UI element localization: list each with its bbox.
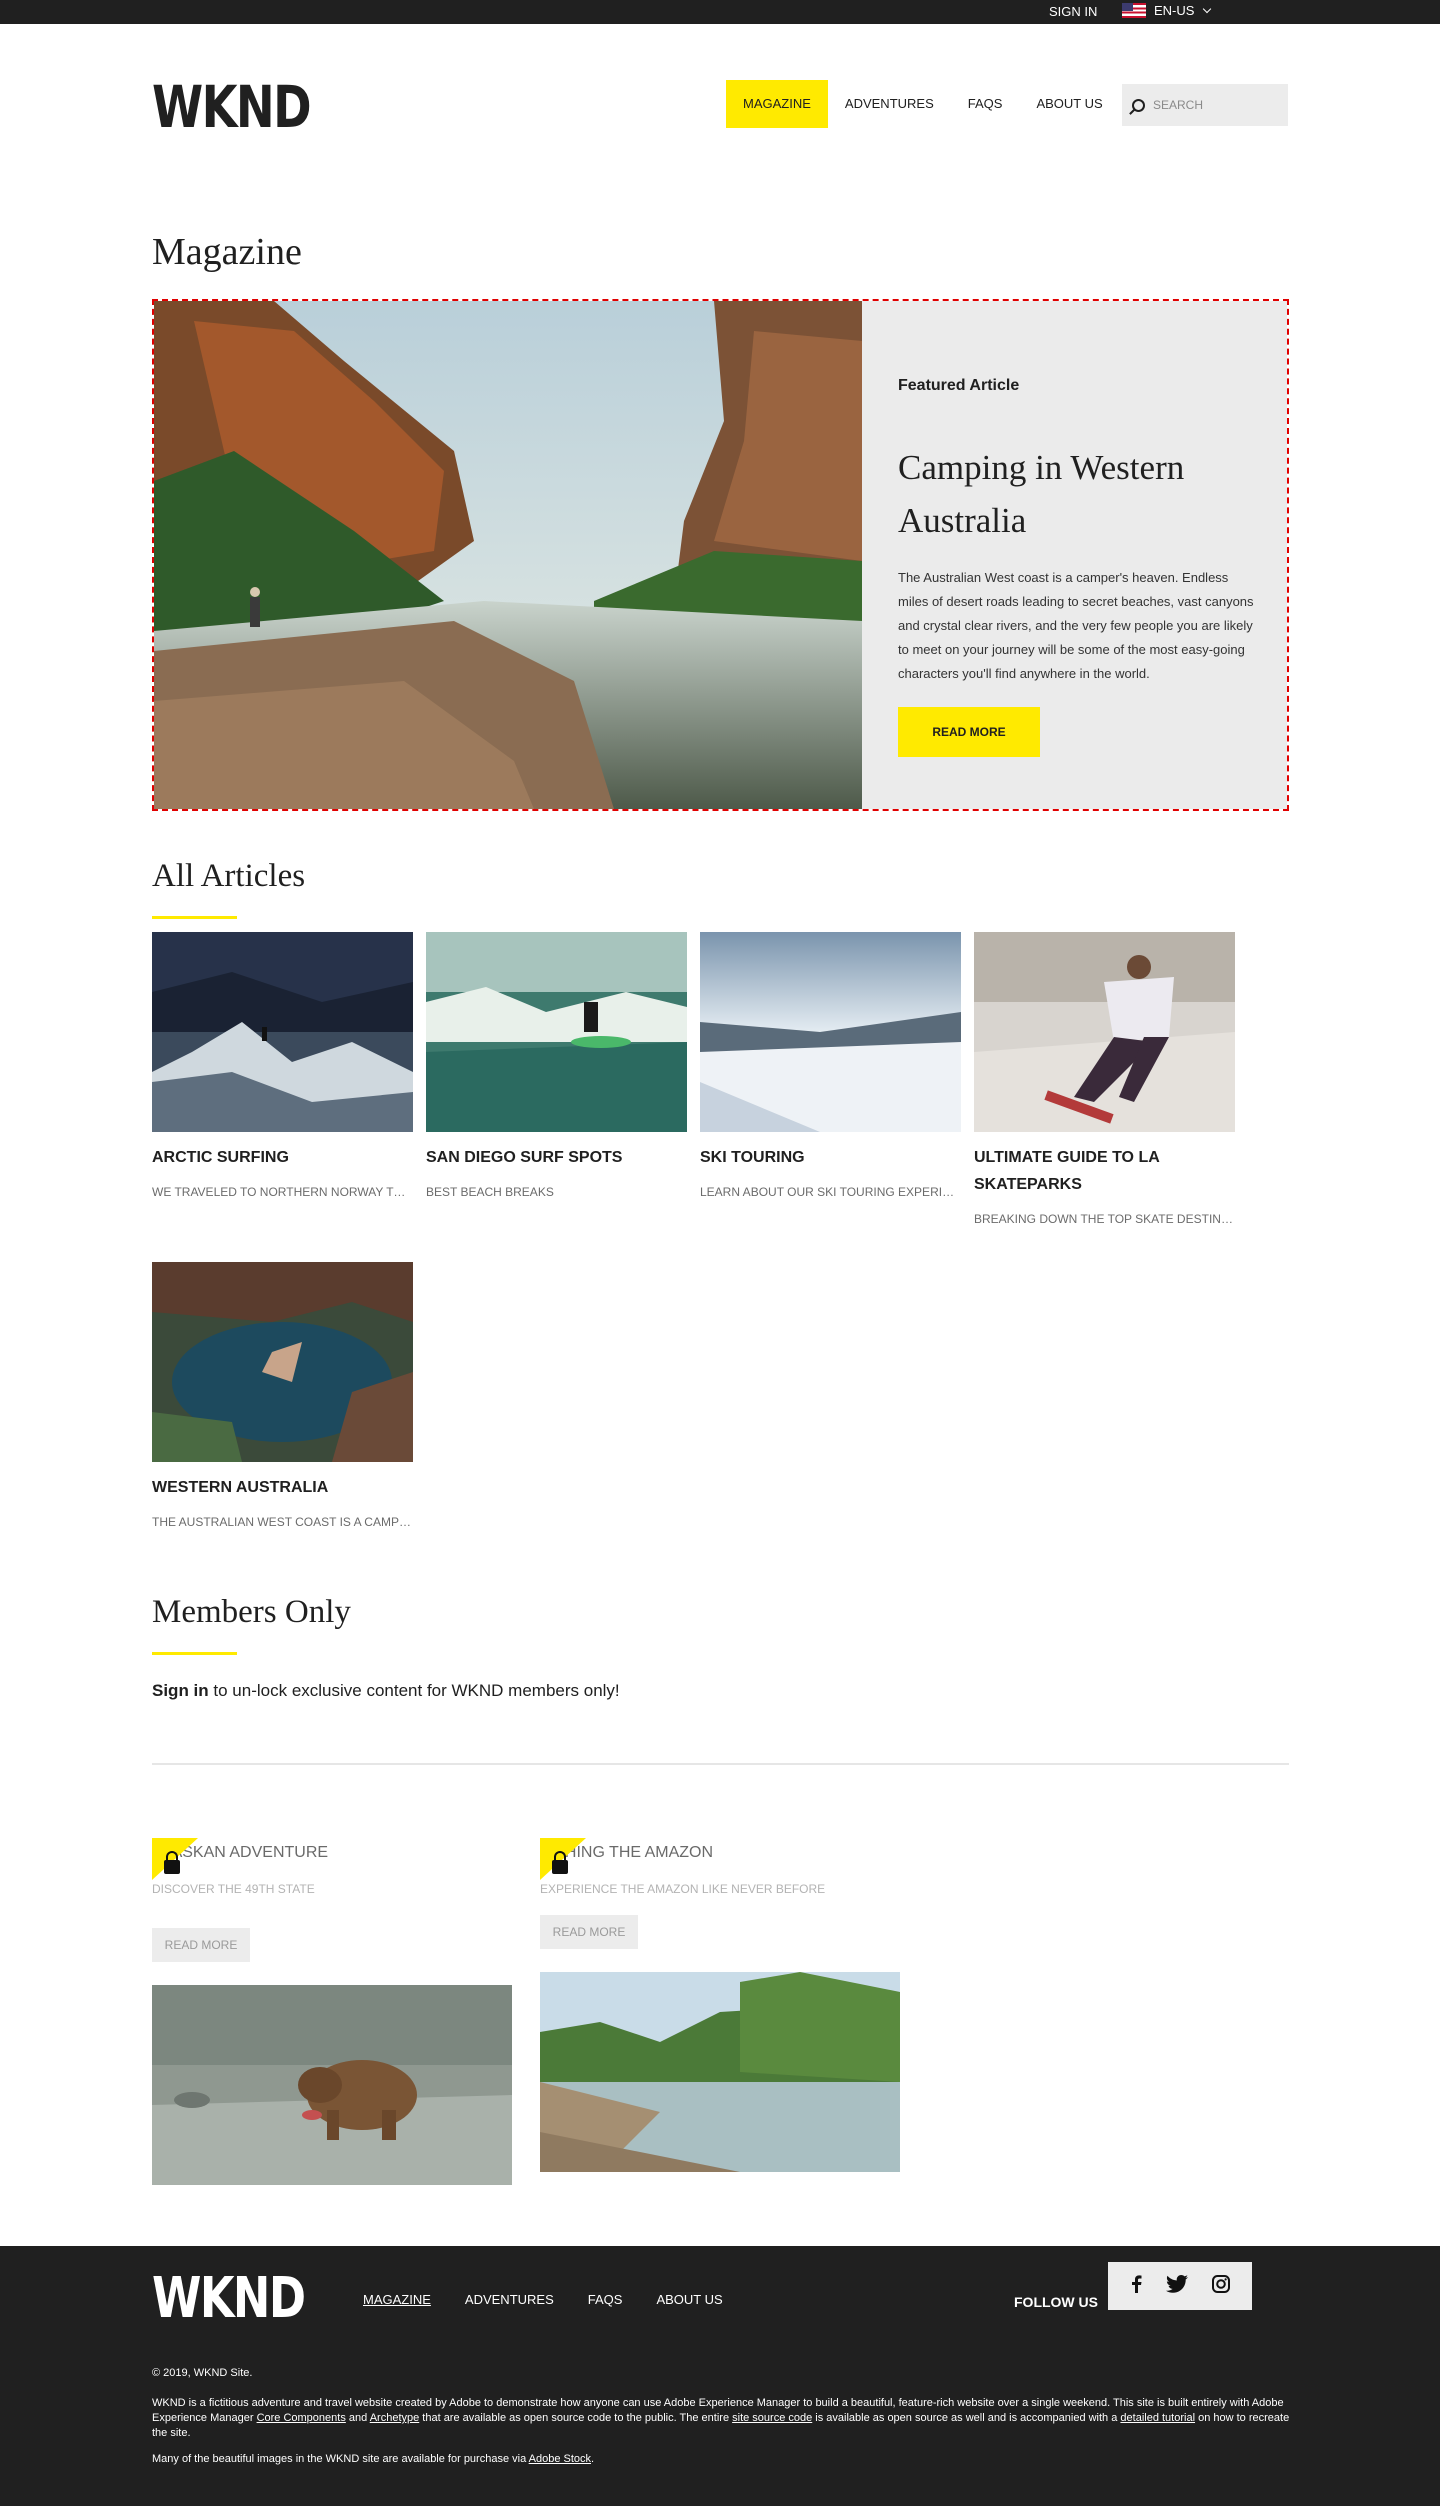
footer-stock-note: Many of the beautiful images in the WKND… bbox=[152, 2453, 594, 2465]
article-description: LEARN ABOUT OUR SKI TOURING EXPERIENCE bbox=[700, 1185, 961, 1199]
nav-faqs[interactable]: FAQS bbox=[951, 80, 1020, 128]
copyright: © 2019, WKND Site. bbox=[152, 2367, 253, 2379]
legal-text: that are available as open source code t… bbox=[419, 2412, 733, 2424]
locked-article-card[interactable]: Alaskan Adventure DISCOVER THE 49TH STAT… bbox=[152, 1838, 512, 2185]
us-flag-icon bbox=[1122, 3, 1146, 18]
nav-adventures[interactable]: ADVENTURES bbox=[828, 80, 951, 128]
article-card[interactable]: Ski Touring LEARN ABOUT OUR SKI TOURING … bbox=[700, 932, 961, 1199]
article-card[interactable]: San Diego Surf Spots BEST BEACH BREAKS bbox=[426, 932, 687, 1199]
instagram-icon[interactable] bbox=[1212, 2274, 1230, 2298]
featured-article: Featured Article Camping in Western Aust… bbox=[152, 299, 1289, 811]
members-message-text: to un-lock exclusive content for WKND me… bbox=[208, 1681, 620, 1700]
stock-text-end: . bbox=[591, 2453, 595, 2465]
sign-in-link[interactable]: SIGN IN bbox=[1049, 4, 1097, 19]
footer-nav: MAGAZINE ADVENTURES FAQS ABOUT US bbox=[346, 2292, 740, 2307]
article-card[interactable]: Ultimate Guide to LA Skateparks BREAKING… bbox=[974, 932, 1235, 1226]
nav-magazine[interactable]: MAGAZINE bbox=[726, 80, 828, 128]
search-box bbox=[1122, 84, 1288, 126]
article-title[interactable]: Western Australia bbox=[152, 1474, 413, 1501]
archetype-link[interactable]: Archetype bbox=[370, 2412, 420, 2424]
main-nav: MAGAZINE ADVENTURES FAQS ABOUT US bbox=[726, 80, 1120, 128]
footer-nav-faqs[interactable]: FAQS bbox=[571, 2292, 640, 2307]
heading-underline bbox=[152, 1652, 237, 1655]
locked-article-image-bear[interactable] bbox=[152, 1985, 512, 2185]
article-card[interactable]: Arctic Surfing WE TRAVELED TO NORTHERN N… bbox=[152, 932, 413, 1199]
featured-image bbox=[154, 301, 862, 809]
article-title[interactable]: Ultimate Guide to LA Skateparks bbox=[974, 1144, 1235, 1198]
lock-icon bbox=[152, 1838, 198, 1880]
chevron-down-icon bbox=[1203, 4, 1212, 13]
section-divider bbox=[152, 1763, 1289, 1765]
locked-article-description: DISCOVER THE 49TH STATE bbox=[152, 1882, 315, 1896]
follow-us-label: FOLLOW US bbox=[1014, 2294, 1098, 2310]
footer-legal: WKND is a fictitious adventure and trave… bbox=[152, 2396, 1292, 2441]
core-components-link[interactable]: Core Components bbox=[257, 2412, 346, 2424]
read-more-button[interactable]: READ MORE bbox=[898, 707, 1040, 757]
site-logo[interactable]: WKND bbox=[152, 78, 312, 136]
article-description: BEST BEACH BREAKS bbox=[426, 1185, 554, 1199]
twitter-icon[interactable] bbox=[1166, 2274, 1188, 2298]
search-input[interactable] bbox=[1153, 98, 1273, 112]
utility-bar: SIGN IN EN-US bbox=[0, 0, 1440, 24]
stock-text: Many of the beautiful images in the WKND… bbox=[152, 2453, 529, 2465]
locked-article-card[interactable]: Fishing the Amazon EXPERIENCE THE AMAZON… bbox=[540, 1838, 900, 2172]
footer-nav-adventures[interactable]: ADVENTURES bbox=[448, 2292, 571, 2307]
footer-nav-about-us[interactable]: ABOUT US bbox=[639, 2292, 739, 2307]
legal-text: and bbox=[345, 2412, 370, 2424]
article-description: BREAKING DOWN THE TOP SKATE DESTINATIONS bbox=[974, 1212, 1235, 1226]
article-image-san-diego[interactable] bbox=[426, 932, 687, 1132]
language-label: EN-US bbox=[1154, 3, 1195, 18]
facebook-icon[interactable] bbox=[1130, 2274, 1142, 2298]
members-only-heading: Members Only bbox=[152, 1594, 351, 1630]
source-code-link[interactable]: site source code bbox=[732, 2412, 812, 2424]
article-title[interactable]: Ski Touring bbox=[700, 1144, 961, 1171]
sign-in-link[interactable]: Sign in bbox=[152, 1681, 209, 1700]
nav-about-us[interactable]: ABOUT US bbox=[1019, 80, 1119, 128]
article-image-ski-touring[interactable] bbox=[700, 932, 961, 1132]
featured-kicker: Featured Article bbox=[898, 377, 1020, 394]
lock-icon bbox=[540, 1838, 586, 1880]
article-description: WE TRAVELED TO NORTHERN NORWAY TO SURF T… bbox=[152, 1185, 413, 1199]
language-selector[interactable]: EN-US bbox=[1122, 3, 1212, 18]
social-links bbox=[1108, 2262, 1252, 2310]
adobe-stock-link[interactable]: Adobe Stock bbox=[529, 2453, 591, 2465]
article-image-arctic-surfing[interactable] bbox=[152, 932, 413, 1132]
read-more-button[interactable]: READ MORE bbox=[540, 1915, 638, 1949]
site-footer: WKND MAGAZINE ADVENTURES FAQS ABOUT US F… bbox=[0, 2246, 1440, 2506]
article-card[interactable]: Western Australia THE AUSTRALIAN WEST CO… bbox=[152, 1262, 413, 1529]
heading-underline bbox=[152, 916, 237, 919]
footer-nav-magazine[interactable]: MAGAZINE bbox=[346, 2292, 448, 2307]
legal-text: is available as open source as well and … bbox=[812, 2412, 1121, 2424]
read-more-button[interactable]: READ MORE bbox=[152, 1928, 250, 1962]
article-image-western-australia[interactable] bbox=[152, 1262, 413, 1462]
article-title[interactable]: Arctic Surfing bbox=[152, 1144, 413, 1171]
article-title[interactable]: San Diego Surf Spots bbox=[426, 1144, 687, 1171]
featured-description: The Australian West coast is a camper's … bbox=[898, 570, 1254, 681]
footer-logo[interactable]: WKND bbox=[152, 2266, 306, 2331]
members-message: Sign in to un-lock exclusive content for… bbox=[152, 1681, 620, 1701]
tutorial-link[interactable]: detailed tutorial bbox=[1120, 2412, 1195, 2424]
locked-article-image-amazon[interactable] bbox=[540, 1972, 900, 2172]
featured-panel: Featured Article Camping in Western Aust… bbox=[862, 301, 1287, 809]
article-description: THE AUSTRALIAN WEST COAST IS A CAMPER'S … bbox=[152, 1515, 413, 1529]
all-articles-heading: All Articles bbox=[152, 858, 306, 894]
search-icon[interactable] bbox=[1132, 98, 1145, 112]
page-title: Magazine bbox=[152, 231, 302, 273]
locked-article-description: EXPERIENCE THE AMAZON LIKE NEVER BEFORE bbox=[540, 1882, 826, 1896]
featured-title[interactable]: Camping in Western Australia bbox=[898, 441, 1258, 547]
article-image-skateparks[interactable] bbox=[974, 932, 1235, 1132]
